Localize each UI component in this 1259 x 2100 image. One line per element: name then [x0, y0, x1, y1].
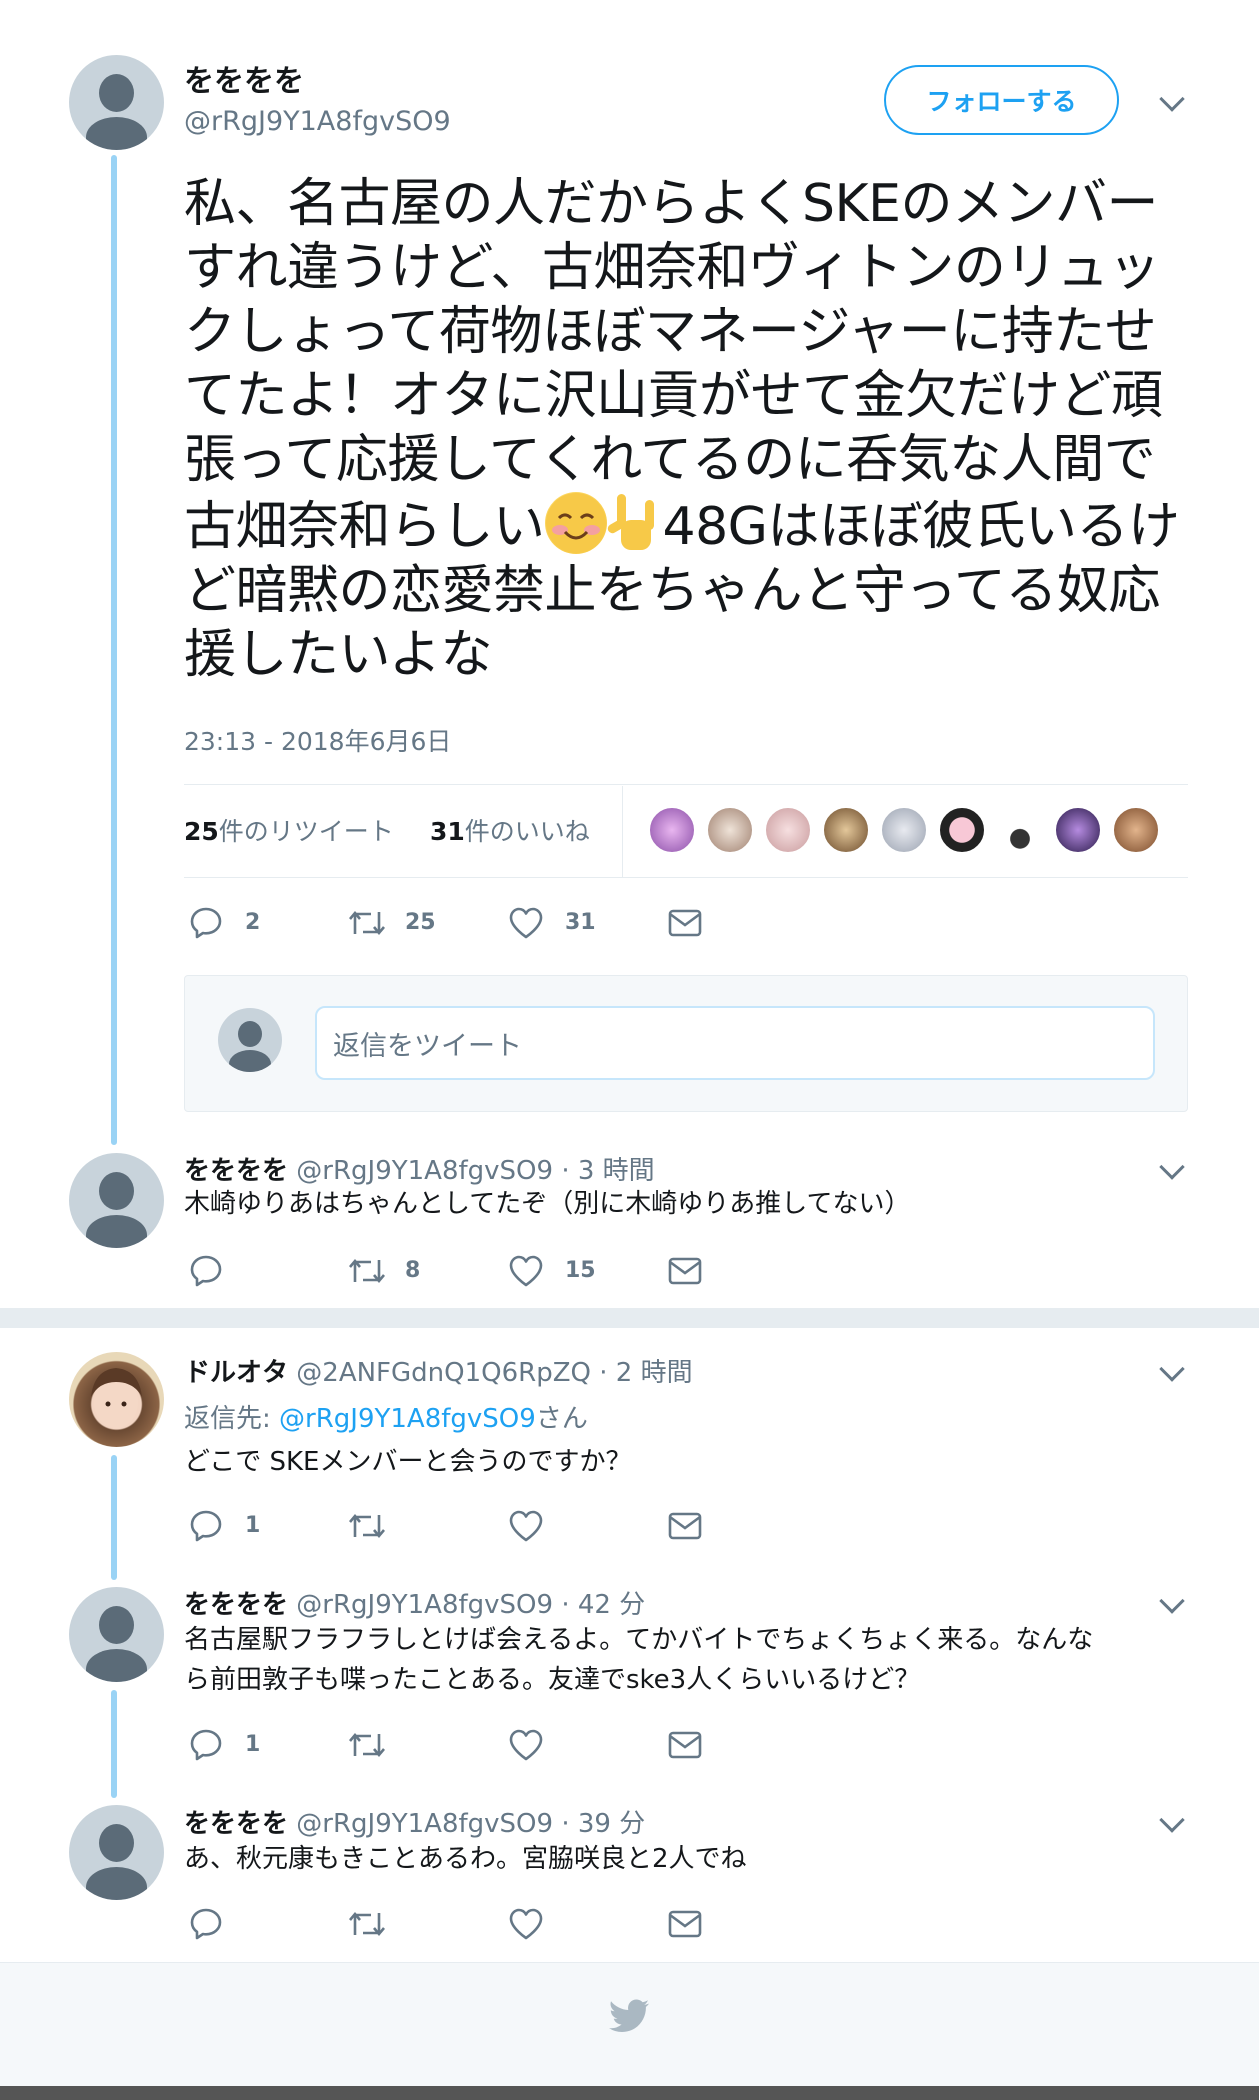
- reply-text-line2: ら前田敦子も喋ったことある。友達でske3人くらいいるけど？: [184, 1665, 921, 1695]
- reply-time[interactable]: · 42 分: [561, 1590, 645, 1620]
- reply-header: をををを @rRgJ9Y1A8fgvSO9 · 42 分: [184, 1584, 645, 1621]
- chevron-down-icon[interactable]: [1159, 86, 1185, 112]
- reply-count: 1: [245, 1732, 261, 1757]
- reply-author-name[interactable]: をををを: [184, 1156, 288, 1186]
- message-icon[interactable]: [668, 1730, 702, 1760]
- stats-separator: [622, 786, 623, 878]
- liker-avatar[interactable]: [764, 806, 812, 854]
- like-count: 15: [565, 1258, 596, 1283]
- retweets-stat[interactable]: 25件のリツイート: [184, 812, 394, 848]
- liker-avatar[interactable]: [880, 806, 928, 854]
- reply-author-handle[interactable]: @2ANFGdnQ1Q6RpZQ: [296, 1358, 591, 1388]
- liker-avatar[interactable]: [1054, 806, 1102, 854]
- likes-label: 件のいいね: [464, 817, 590, 846]
- reply-time[interactable]: · 2 時間: [599, 1358, 692, 1388]
- reply-icon[interactable]: [189, 1728, 223, 1762]
- retweet-count: 25: [405, 910, 436, 935]
- reply-text-line1: 名古屋駅フラフラしとけば会えるよ。てかバイトでちょくちょく来る。なんな: [184, 1625, 1094, 1655]
- reply-time[interactable]: · 39 分: [561, 1809, 645, 1839]
- retweet-count: 8: [405, 1258, 421, 1283]
- reply-author-handle[interactable]: @rRgJ9Y1A8fgvSO9: [296, 1156, 553, 1186]
- chevron-down-icon[interactable]: [1159, 1588, 1185, 1614]
- reply-author-handle[interactable]: @rRgJ9Y1A8fgvSO9: [296, 1809, 553, 1839]
- reply-to-line: 返信先: @rRgJ9Y1A8fgvSO9さん: [184, 1398, 588, 1435]
- like-count: 31: [565, 910, 596, 935]
- section-divider: [0, 1308, 1259, 1328]
- divider: [184, 877, 1188, 878]
- user-avatar: [218, 1008, 282, 1072]
- liker-avatar[interactable]: [938, 806, 986, 854]
- twitter-bird-icon[interactable]: [608, 1999, 650, 2035]
- author-handle[interactable]: @rRgJ9Y1A8fgvSO9: [184, 106, 451, 137]
- bottom-bar: [0, 2086, 1259, 2100]
- reply-count: 2: [245, 910, 261, 935]
- footer: [0, 1962, 1259, 2086]
- tweet-timestamp[interactable]: 23:13 - 2018年6月6日: [184, 722, 451, 758]
- retweet-icon[interactable]: [347, 1728, 387, 1762]
- reply-author-handle[interactable]: @rRgJ9Y1A8fgvSO9: [296, 1590, 553, 1620]
- reply-to-suffix: さん: [535, 1404, 588, 1434]
- retweets-label: 件のリツイート: [218, 817, 394, 846]
- reply-header: をををを @rRgJ9Y1A8fgvSO9 · 3 時間: [184, 1150, 655, 1187]
- smiling-face-icon: [544, 492, 607, 554]
- reply-icon[interactable]: [189, 1907, 223, 1941]
- reply-avatar[interactable]: [69, 1805, 164, 1900]
- likes-stat[interactable]: 31件のいいね: [430, 812, 590, 848]
- reply-header: ドルオタ @2ANFGdnQ1Q6RpZQ · 2 時間: [184, 1352, 693, 1389]
- thread-line: [111, 155, 117, 1145]
- reply-to-handle[interactable]: @rRgJ9Y1A8fgvSO9: [279, 1404, 536, 1434]
- message-icon[interactable]: [668, 908, 702, 938]
- message-icon[interactable]: [668, 1511, 702, 1541]
- reply-avatar[interactable]: [69, 1352, 164, 1447]
- likes-number: 31: [430, 817, 465, 846]
- chevron-down-icon[interactable]: [1159, 1356, 1185, 1382]
- reply-author-name[interactable]: ドルオタ: [184, 1358, 288, 1388]
- liker-avatar[interactable]: [648, 806, 696, 854]
- chevron-down-icon[interactable]: [1159, 1807, 1185, 1833]
- reply-author-name[interactable]: をををを: [184, 1809, 288, 1839]
- reply-icon[interactable]: [189, 1509, 223, 1543]
- reply-text: どこで SKEメンバーと会うのですか？: [184, 1447, 632, 1477]
- message-icon[interactable]: [668, 1909, 702, 1939]
- reply-to-label: 返信先:: [184, 1404, 280, 1434]
- follow-button[interactable]: フォローする: [884, 65, 1119, 135]
- retweet-icon[interactable]: [347, 1907, 387, 1941]
- like-icon[interactable]: [508, 1509, 544, 1543]
- liker-avatar[interactable]: [706, 806, 754, 854]
- reply-author-name[interactable]: をををを: [184, 1590, 288, 1620]
- reply-icon[interactable]: [189, 1254, 223, 1288]
- love-you-gesture-icon: [607, 492, 663, 554]
- message-icon[interactable]: [668, 1256, 702, 1286]
- reply-icon[interactable]: [189, 906, 223, 940]
- divider: [184, 784, 1188, 785]
- author-avatar[interactable]: [69, 55, 164, 150]
- liker-avatar[interactable]: [1112, 806, 1160, 854]
- reply-header: をををを @rRgJ9Y1A8fgvSO9 · 39 分: [184, 1803, 645, 1840]
- like-icon[interactable]: [508, 1254, 544, 1288]
- reply-avatar[interactable]: [69, 1153, 164, 1248]
- retweets-number: 25: [184, 817, 219, 846]
- reply-avatar[interactable]: [69, 1587, 164, 1682]
- chevron-down-icon[interactable]: [1159, 1154, 1185, 1180]
- retweet-icon[interactable]: [347, 1509, 387, 1543]
- retweet-icon[interactable]: [347, 906, 387, 940]
- reply-time[interactable]: · 3 時間: [561, 1156, 654, 1186]
- author-name[interactable]: をををを: [184, 56, 304, 100]
- like-icon[interactable]: [508, 1728, 544, 1762]
- reply-text: 木崎ゆりあはちゃんとしてたぞ（別に木崎ゆりあ推してない）: [184, 1189, 911, 1219]
- reply-input[interactable]: 返信をツイート: [315, 1006, 1155, 1080]
- retweet-icon[interactable]: [347, 1254, 387, 1288]
- liker-avatar[interactable]: [822, 806, 870, 854]
- reply-text: あ、秋元康もきことあるわ。宮脇咲良と2人でね: [184, 1844, 747, 1874]
- like-icon[interactable]: [508, 1907, 544, 1941]
- reply-count: 1: [245, 1513, 261, 1538]
- like-icon[interactable]: [508, 906, 544, 940]
- thread-line: [111, 1690, 117, 1798]
- liker-avatar[interactable]: [996, 806, 1044, 854]
- tweet-text: 私、名古屋の人だからよくSKEのメンバーすれ違うけど、古畑奈和ヴィトンのリュック…: [184, 172, 1184, 687]
- thread-line: [111, 1455, 117, 1580]
